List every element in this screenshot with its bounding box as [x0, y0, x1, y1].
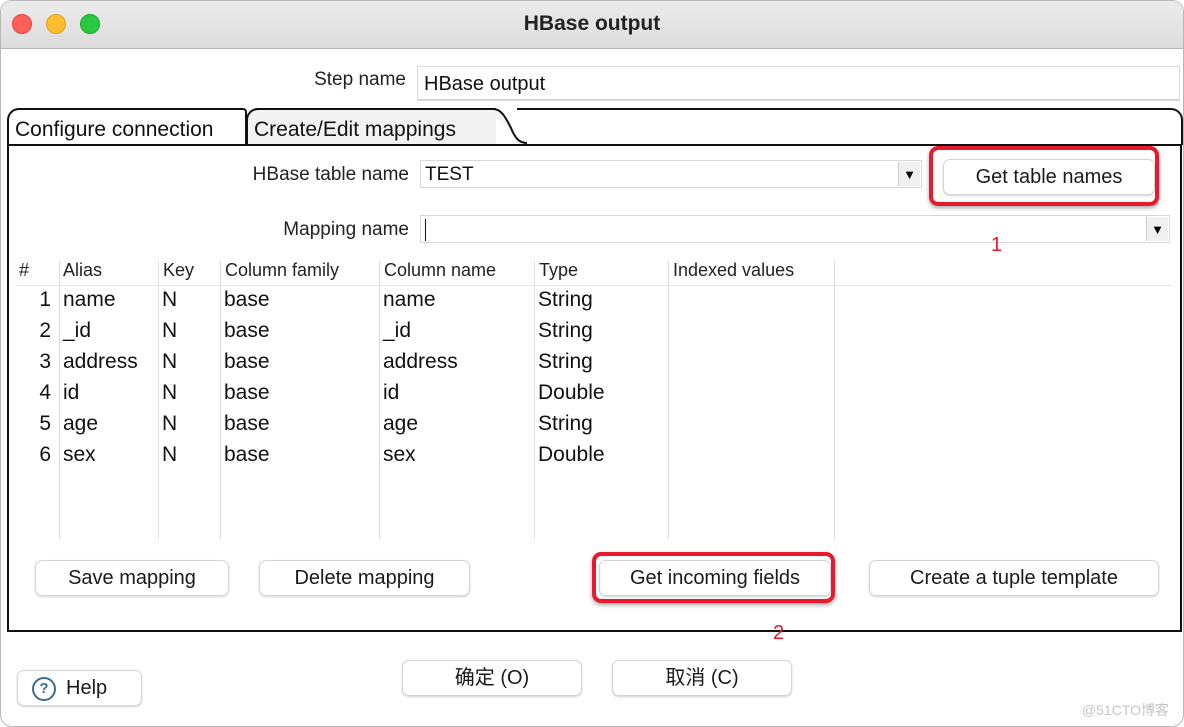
tab-strip-border: [517, 108, 1183, 145]
column-header-column-name[interactable]: Column name: [380, 260, 496, 281]
cell-family[interactable]: base: [220, 412, 378, 436]
cell-alias[interactable]: id: [59, 381, 157, 405]
table-row[interactable]: 1 name Nbase name String: [17, 288, 1171, 319]
column-header-column-family[interactable]: Column family: [221, 260, 339, 281]
step-name-input[interactable]: HBase output: [417, 66, 1180, 101]
cell-num[interactable]: 6: [17, 443, 55, 467]
cell-num[interactable]: 4: [17, 381, 55, 405]
cell-column[interactable]: name: [379, 288, 533, 312]
cell-family[interactable]: base: [220, 350, 378, 374]
text-caret: [425, 219, 426, 241]
tab-create-edit-mappings[interactable]: Create/Edit mappings: [246, 108, 496, 145]
column-header-type[interactable]: Type: [535, 260, 578, 281]
cell-type[interactable]: String: [534, 319, 667, 343]
table-row[interactable]: 4 id Nbase id Double: [17, 381, 1171, 412]
table-row[interactable]: 2 _id Nbase _id String: [17, 319, 1171, 350]
column-header-key[interactable]: Key: [159, 260, 194, 281]
cell-key[interactable]: N: [158, 412, 218, 436]
delete-mapping-button[interactable]: Delete mapping: [259, 560, 470, 596]
create-tuple-template-button[interactable]: Create a tuple template: [869, 560, 1159, 596]
cell-key[interactable]: N: [158, 443, 218, 467]
table-row[interactable]: 5 age Nbase age String: [17, 412, 1171, 443]
table-row[interactable]: 6 sex Nbase sex Double: [17, 443, 1171, 474]
table-header: # Alias Key Column family Column name Ty…: [17, 256, 1171, 286]
column-header-indexed-values[interactable]: Indexed values: [669, 260, 794, 281]
cell-alias[interactable]: name: [59, 288, 157, 312]
annotation-marker-2: 2: [773, 622, 785, 644]
chevron-down-icon[interactable]: ▼: [898, 162, 920, 186]
annotation-highlight-2: [592, 552, 835, 603]
hbase-table-name-combo[interactable]: TEST ▼: [420, 160, 922, 188]
cell-family[interactable]: base: [220, 288, 378, 312]
cell-type[interactable]: String: [534, 288, 667, 312]
cell-key[interactable]: N: [158, 350, 218, 374]
help-icon: ?: [32, 676, 56, 701]
title-bar: HBase output: [1, 1, 1183, 49]
table-row[interactable]: 3 address Nbase address String: [17, 350, 1171, 381]
cell-column[interactable]: age: [379, 412, 533, 436]
cell-num[interactable]: 2: [17, 319, 55, 343]
cell-num[interactable]: 5: [17, 412, 55, 436]
cell-family[interactable]: base: [220, 319, 378, 343]
cell-alias[interactable]: address: [59, 350, 157, 374]
hbase-table-name-value: TEST: [425, 164, 474, 185]
cell-alias[interactable]: sex: [59, 443, 157, 467]
save-mapping-button[interactable]: Save mapping: [35, 560, 229, 596]
cell-column[interactable]: _id: [379, 319, 533, 343]
window-title: HBase output: [523, 12, 661, 35]
cell-num[interactable]: 3: [17, 350, 55, 374]
cell-column[interactable]: sex: [379, 443, 533, 467]
step-name-label: Step name: [314, 69, 406, 90]
hbase-output-dialog: HBase output Step name HBase output Conf…: [0, 0, 1184, 727]
watermark: @51CTO博客: [1081, 702, 1169, 718]
cell-family[interactable]: base: [220, 443, 378, 467]
column-header-num[interactable]: #: [15, 260, 29, 281]
cell-type[interactable]: Double: [534, 381, 667, 405]
hbase-table-name-label: HBase table name: [252, 164, 409, 185]
ok-button[interactable]: 确定 (O): [402, 660, 582, 696]
annotation-highlight-1: [929, 146, 1159, 206]
help-button[interactable]: ? Help: [17, 670, 142, 706]
help-label: Help: [66, 677, 108, 699]
cancel-button[interactable]: 取消 (C): [612, 660, 792, 696]
chevron-down-icon[interactable]: ▼: [1146, 217, 1168, 241]
cell-num[interactable]: 1: [17, 288, 55, 312]
tab-configure-connection[interactable]: Configure connection: [7, 108, 247, 145]
tab-bar: Configure connection Create/Edit mapping…: [7, 108, 1183, 146]
annotation-marker-1: 1: [991, 234, 1003, 256]
cell-key[interactable]: N: [158, 381, 218, 405]
column-header-alias[interactable]: Alias: [59, 260, 102, 281]
cell-alias[interactable]: age: [59, 412, 157, 436]
cell-family[interactable]: base: [220, 381, 378, 405]
mapping-table[interactable]: # Alias Key Column family Column name Ty…: [17, 256, 1171, 539]
mapping-name-label: Mapping name: [283, 219, 409, 240]
cell-column[interactable]: id: [379, 381, 533, 405]
cell-type[interactable]: String: [534, 350, 667, 374]
cell-alias[interactable]: _id: [59, 319, 157, 343]
mapping-name-combo[interactable]: ▼: [420, 215, 1170, 243]
cell-type[interactable]: String: [534, 412, 667, 436]
cell-key[interactable]: N: [158, 288, 218, 312]
cell-column[interactable]: address: [379, 350, 533, 374]
cell-type[interactable]: Double: [534, 443, 667, 467]
cell-key[interactable]: N: [158, 319, 218, 343]
